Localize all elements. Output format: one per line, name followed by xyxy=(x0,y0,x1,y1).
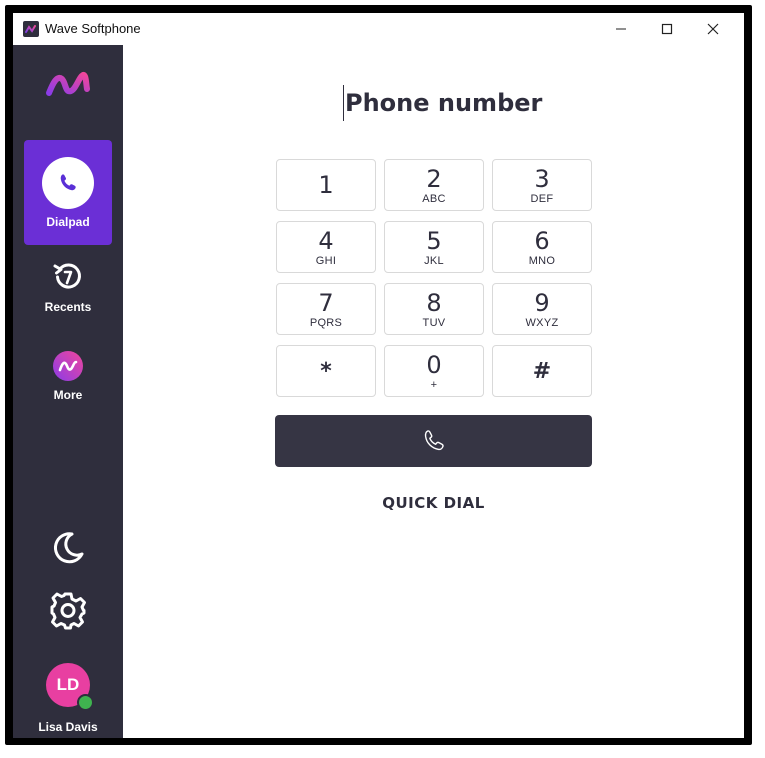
key-3[interactable]: 3 DEF xyxy=(492,159,592,211)
key-digit: 6 xyxy=(534,226,550,255)
key-digit: 4 xyxy=(318,226,334,255)
settings-button[interactable] xyxy=(48,590,88,635)
quick-dial-button[interactable]: QUICK DIAL xyxy=(275,494,592,512)
key-digit: 1 xyxy=(318,171,334,199)
key-digit: 8 xyxy=(426,288,442,317)
key-digit: # xyxy=(532,358,552,384)
nav-label-more: More xyxy=(53,388,83,402)
key-digit: * xyxy=(320,358,332,384)
wave-logo-icon xyxy=(53,351,83,381)
key-digit: 5 xyxy=(426,226,442,255)
key-digit: 9 xyxy=(534,288,550,317)
app-icon xyxy=(23,21,39,37)
recents-icon xyxy=(53,263,81,289)
moon-icon xyxy=(53,532,84,564)
user-name: Lisa Davis xyxy=(38,720,98,734)
key-hash[interactable]: # xyxy=(492,345,592,397)
key-digit: 7 xyxy=(318,288,334,317)
maximize-icon xyxy=(661,23,673,35)
nav-label-dialpad: Dialpad xyxy=(46,215,90,229)
key-letters: DEF xyxy=(530,192,554,205)
key-letters: + xyxy=(430,378,438,391)
key-digit: 3 xyxy=(534,164,550,193)
key-letters: ABC xyxy=(422,192,446,205)
key-star[interactable]: * xyxy=(276,345,376,397)
dark-mode-button[interactable] xyxy=(48,528,88,573)
key-digit: 2 xyxy=(426,164,442,193)
phone-icon xyxy=(60,174,76,191)
key-letters: GHI xyxy=(315,254,337,267)
app-window: Wave Softphone Dialpad Recents More LD L… xyxy=(13,13,744,738)
key-1[interactable]: 1 xyxy=(276,159,376,211)
key-letters: WXYZ xyxy=(525,316,559,329)
gear-icon xyxy=(50,592,86,630)
key-6[interactable]: 6 MNO xyxy=(492,221,592,273)
dialpad-icon-circle xyxy=(42,157,94,209)
key-digit: 0 xyxy=(426,350,442,379)
nav-label-recents: Recents xyxy=(44,300,92,314)
key-2[interactable]: 2 ABC xyxy=(384,159,484,211)
key-8[interactable]: 8 TUV xyxy=(384,283,484,335)
sidebar: Dialpad Recents More LD Lisa Davis xyxy=(13,45,123,738)
key-letters: TUV xyxy=(422,316,446,329)
presence-status-dot xyxy=(77,694,94,711)
phone-icon xyxy=(424,430,444,451)
dialpad-keypad: 1 2 ABC 3 DEF 4 GHI 5 JKL 6 MNO 7 PQRS 8… xyxy=(276,159,594,397)
key-5[interactable]: 5 JKL xyxy=(384,221,484,273)
maximize-button[interactable] xyxy=(644,13,690,45)
minimize-button[interactable] xyxy=(598,13,644,45)
phone-number-input[interactable] xyxy=(343,85,605,121)
window-title: Wave Softphone xyxy=(45,21,141,36)
key-4[interactable]: 4 GHI xyxy=(276,221,376,273)
key-7[interactable]: 7 PQRS xyxy=(276,283,376,335)
wave-logo-icon xyxy=(43,65,91,105)
close-button[interactable] xyxy=(690,13,736,45)
key-9[interactable]: 9 WXYZ xyxy=(492,283,592,335)
title-bar[interactable]: Wave Softphone xyxy=(13,13,744,45)
key-0[interactable]: 0 + xyxy=(384,345,484,397)
nav-recents[interactable]: Recents xyxy=(24,260,112,330)
key-letters: MNO xyxy=(528,254,556,267)
close-icon xyxy=(707,23,719,35)
nav-dialpad[interactable]: Dialpad xyxy=(24,140,112,245)
key-letters: JKL xyxy=(424,254,444,267)
nav-more[interactable]: More xyxy=(24,350,112,420)
key-letters: PQRS xyxy=(309,316,343,329)
call-button[interactable] xyxy=(275,415,592,467)
minimize-icon xyxy=(616,28,626,30)
